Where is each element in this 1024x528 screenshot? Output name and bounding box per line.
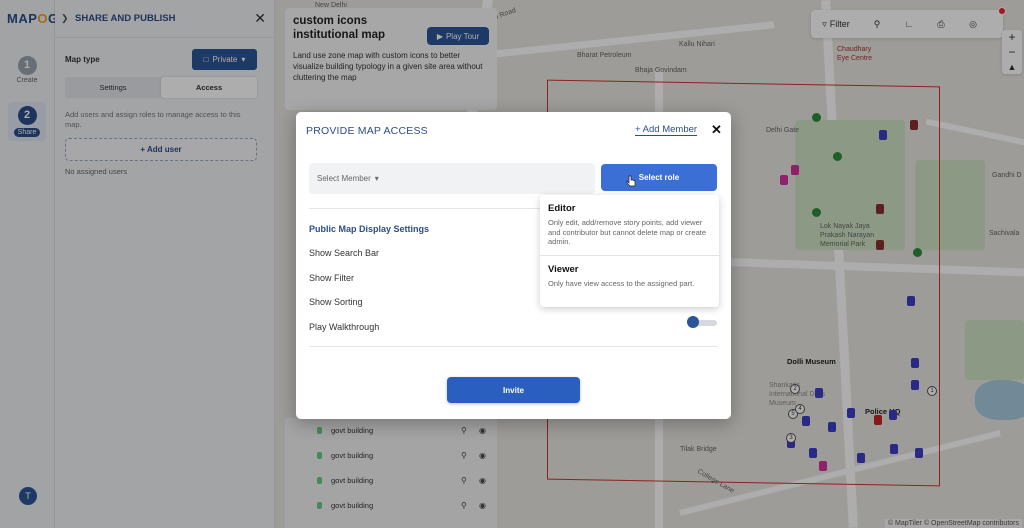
role-option-viewer[interactable]: Viewer Only have view access to the assi… [540,264,719,289]
select-member-placeholder: Select Member [317,174,371,183]
divider [540,255,719,256]
role-description: Only edit, add/remove story points, add … [548,218,707,246]
divider [309,346,717,347]
pointer-cursor-icon [626,175,636,187]
close-icon[interactable]: ✕ [711,122,722,138]
add-member-link[interactable]: + Add Member [635,124,698,136]
walkthrough-toggle[interactable] [687,316,717,328]
modal-title: PROVIDE MAP ACCESS [306,125,428,137]
select-member-dropdown[interactable]: Select Member ▾ [309,163,595,194]
display-settings-title: Public Map Display Settings [309,224,430,234]
role-option-editor[interactable]: Editor Only edit, add/remove story point… [540,203,719,247]
select-role-button[interactable]: Select role [601,164,717,191]
role-description: Only have view access to the assigned pa… [548,279,695,288]
chevron-down-icon: ▾ [374,174,379,183]
invite-button[interactable]: Invite [447,377,580,403]
role-name: Viewer [548,264,579,275]
setting-filter: Show Filter [309,273,355,283]
setting-search-bar: Show Search Bar [309,248,380,258]
setting-walkthrough: Play Walkthrough [309,322,380,332]
role-dropdown: Editor Only edit, add/remove story point… [540,195,719,307]
toggle-knob [687,316,699,328]
setting-sorting: Show Sorting [309,297,363,307]
role-name: Editor [548,203,576,214]
